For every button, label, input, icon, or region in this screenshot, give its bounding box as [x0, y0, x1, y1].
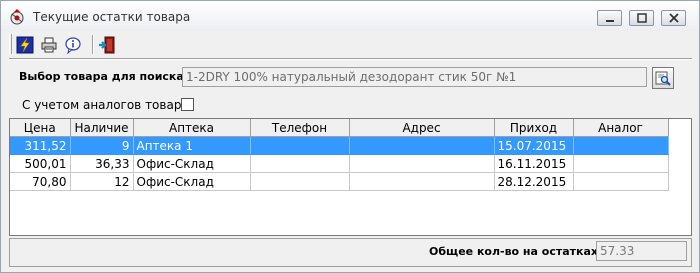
exit-door-icon [99, 36, 115, 54]
info-button[interactable] [62, 34, 84, 56]
cell-price[interactable]: 500,01 [10, 154, 71, 173]
toolbar-grip[interactable] [9, 34, 12, 54]
table-header-row: Цена Наличие Аптека Телефон Адрес Приход… [10, 119, 669, 137]
column-header-address[interactable]: Адрес [349, 119, 495, 137]
maximize-button[interactable] [629, 10, 654, 26]
cell-phone[interactable] [250, 154, 350, 173]
maximize-icon [637, 13, 647, 23]
cell-stock[interactable]: 12 [70, 172, 134, 191]
column-header-pharmacy[interactable]: Аптека [133, 119, 251, 137]
main-window: Текущие остатки товара Выбор товара для … [0, 0, 700, 273]
info-icon [65, 37, 81, 54]
close-icon [669, 13, 679, 23]
stock-table[interactable]: Цена Наличие Аптека Телефон Адрес Приход… [9, 118, 692, 236]
printer-icon [41, 37, 57, 53]
cell-phone[interactable] [250, 136, 350, 155]
table-row[interactable]: 311,52 9 Аптека 1 15.07.2015 [10, 136, 669, 155]
total-quantity-field[interactable]: 57.33 [596, 241, 687, 261]
cell-analog[interactable] [573, 154, 669, 173]
cell-address[interactable] [349, 172, 495, 191]
app-icon [9, 9, 25, 25]
print-button[interactable] [38, 34, 60, 56]
cell-pharmacy[interactable]: Аптека 1 [133, 136, 251, 155]
column-header-phone[interactable]: Телефон [250, 119, 350, 137]
close-button[interactable] [661, 10, 686, 26]
cell-address[interactable] [349, 136, 495, 155]
analogs-checkbox[interactable] [181, 98, 194, 111]
minimize-button[interactable] [597, 10, 622, 26]
column-header-analog[interactable]: Аналог [573, 119, 669, 137]
toolbar-separator [92, 35, 94, 54]
table-row[interactable]: 70,80 12 Офис-Склад 28.12.2015 [10, 172, 669, 191]
column-header-arrival[interactable]: Приход [494, 119, 574, 137]
title-bar[interactable]: Текущие остатки товара [1, 1, 699, 31]
total-panel: Общее кол-во на остатках 57.33 [9, 238, 692, 267]
column-header-price[interactable]: Цена [10, 119, 71, 137]
cell-stock[interactable]: 9 [70, 136, 134, 155]
cell-phone[interactable] [250, 172, 350, 191]
toolbar-divider [9, 58, 692, 60]
cell-analog[interactable] [573, 172, 669, 191]
cell-address[interactable] [349, 154, 495, 173]
cell-stock[interactable]: 36,33 [70, 154, 134, 173]
cell-arrival[interactable]: 28.12.2015 [494, 172, 574, 191]
exit-button[interactable] [96, 34, 118, 56]
lightning-refresh-icon [16, 36, 34, 54]
search-lookup-icon [655, 71, 671, 86]
column-header-stock[interactable]: Наличие [70, 119, 134, 137]
search-label: Выбор товара для поиска [19, 70, 184, 83]
cell-pharmacy[interactable]: Офис-Склад [133, 154, 251, 173]
cell-arrival[interactable]: 15.07.2015 [494, 136, 574, 155]
table-row[interactable]: 500,01 36,33 Офис-Склад 16.11.2015 [10, 154, 669, 173]
product-lookup-button[interactable] [652, 67, 674, 89]
product-search-field[interactable]: 1-2DRY 100% натуральный дезодорант стик … [182, 67, 647, 87]
total-label: Общее кол-во на остатках [429, 245, 599, 258]
cell-pharmacy[interactable]: Офис-Склад [133, 172, 251, 191]
minimize-icon [606, 20, 614, 22]
cell-price[interactable]: 70,80 [10, 172, 71, 191]
window-title: Текущие остатки товара [33, 10, 191, 24]
cell-arrival[interactable]: 16.11.2015 [494, 154, 574, 173]
toolbar [9, 32, 122, 56]
cell-price[interactable]: 311,52 [10, 136, 71, 155]
refresh-button[interactable] [14, 34, 36, 56]
analogs-label: С учетом аналогов товара [22, 98, 189, 112]
cell-analog[interactable] [573, 136, 669, 155]
